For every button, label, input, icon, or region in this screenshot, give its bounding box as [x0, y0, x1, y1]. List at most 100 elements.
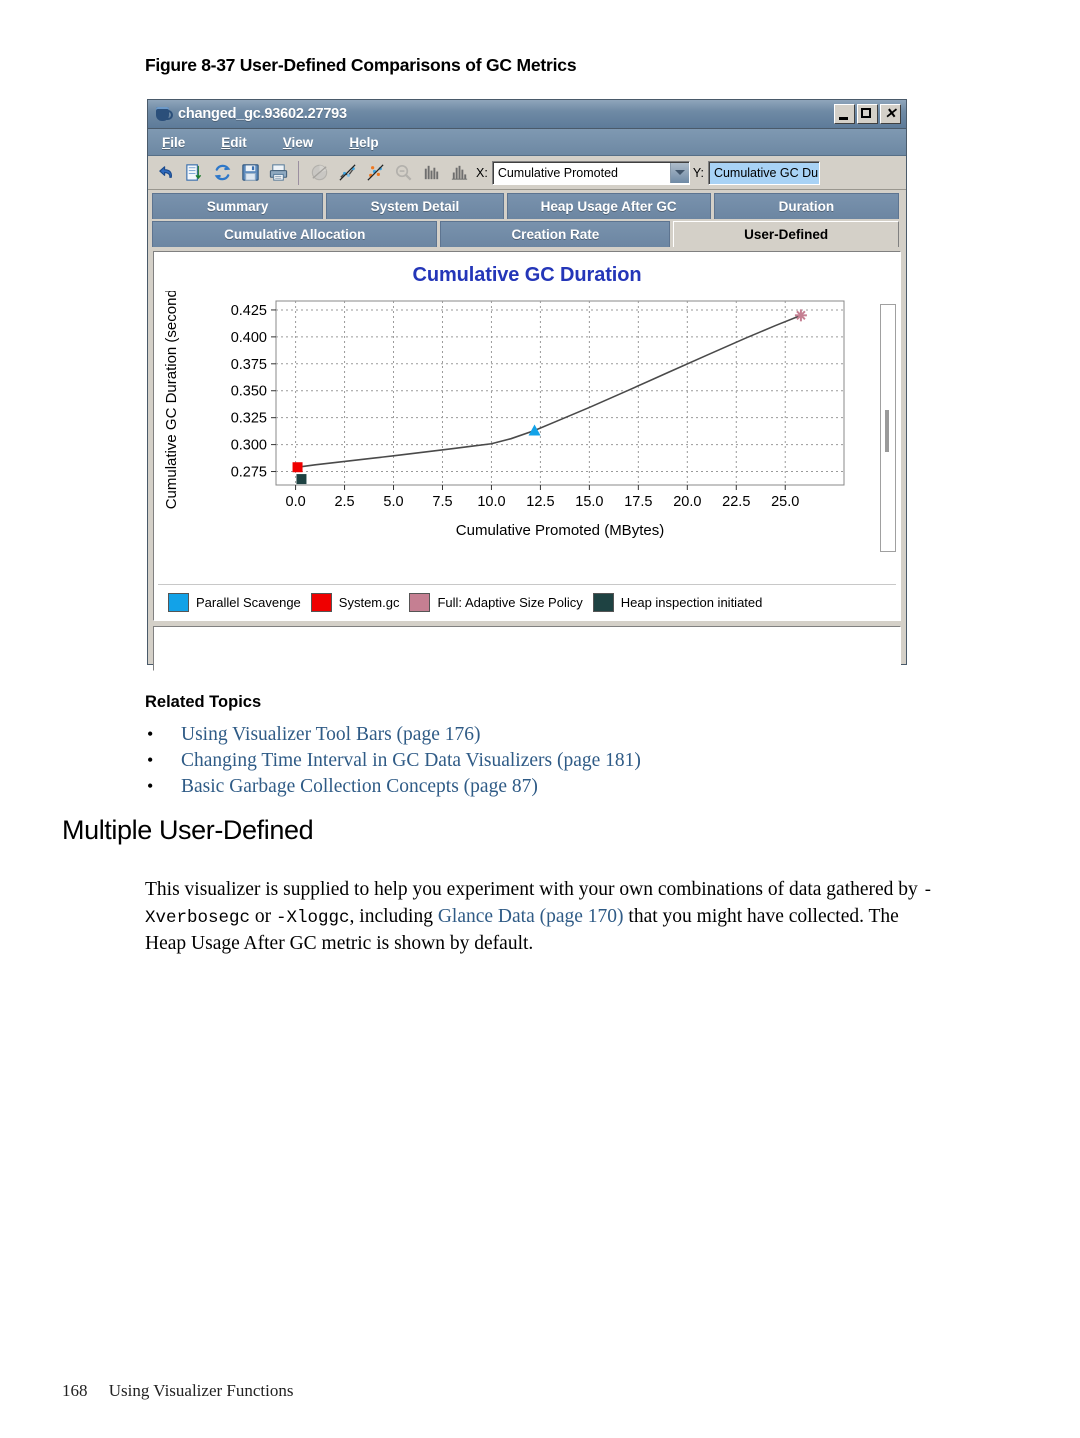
java-cup-icon — [154, 105, 173, 123]
glance-data-link[interactable]: Glance Data (page 170) — [438, 906, 624, 927]
legend-item: Full: Adaptive Size Policy — [409, 592, 583, 612]
menu-item-file[interactable]: File — [162, 135, 185, 150]
svg-text:0.375: 0.375 — [231, 357, 267, 373]
tab-duration[interactable]: Duration — [713, 193, 899, 219]
scatter-chart-icon[interactable] — [361, 159, 389, 187]
svg-text:2.5: 2.5 — [334, 494, 354, 510]
minimize-button[interactable] — [834, 104, 855, 124]
svg-text:0.0: 0.0 — [286, 494, 306, 510]
cumulative-gc-duration-plot: 0.425 0.400 0.375 0.350 0.325 0.300 0.275 0.0 2.… — [163, 277, 845, 539]
svg-text:22.5: 22.5 — [722, 494, 750, 510]
list-item[interactable]: Using Visualizer Tool Bars (page 176) — [145, 721, 925, 748]
print-icon[interactable] — [264, 159, 292, 187]
bar-chart-icon[interactable] — [417, 159, 445, 187]
menu-item-help[interactable]: Help — [349, 135, 378, 150]
chevron-down-icon[interactable] — [669, 162, 689, 183]
list-item[interactable]: Changing Time Interval in GC Data Visual… — [145, 747, 925, 774]
para-text-1: This visualizer is supplied to help you … — [145, 878, 923, 900]
window-titlebar: changed_gc.93602.27793 ✕ — [148, 100, 906, 129]
plot-area: 0.425 0.400 0.375 0.350 0.325 0.300 0.275 0.0 2.… — [158, 277, 874, 541]
pie-chart-icon — [305, 159, 333, 187]
tab-cumulative-allocation[interactable]: Cumulative Allocation — [152, 221, 438, 247]
svg-text:Cumulative Promoted (MBytes): Cumulative Promoted (MBytes) — [456, 522, 664, 539]
tab-heap-usage-after-gc[interactable]: Heap Usage After GC — [506, 193, 711, 219]
footer-text: Using Visualizer Functions — [108, 1381, 294, 1400]
legend-item: System.gc — [310, 592, 400, 612]
svg-text:0.350: 0.350 — [231, 384, 267, 400]
figure-number: Figure 8-37 — [145, 55, 236, 75]
document-exchange-icon[interactable] — [180, 159, 208, 187]
svg-text:17.5: 17.5 — [624, 494, 652, 510]
chart-vertical-scrollbar[interactable] — [880, 304, 896, 552]
svg-text:7.5: 7.5 — [432, 494, 452, 510]
figure-caption-text: User-Defined Comparisons of GC Metrics — [239, 55, 577, 75]
svg-text:25.0: 25.0 — [771, 494, 799, 510]
svg-text:0.300: 0.300 — [231, 438, 267, 454]
related-topics-list: Using Visualizer Tool Bars (page 176) Ch… — [145, 721, 925, 800]
chart-legend: Parallel Scavenge System.gc Full: Adaptive… — [158, 584, 896, 617]
legend-item: Parallel Scavenge — [168, 592, 301, 612]
svg-text:0.425: 0.425 — [231, 303, 267, 319]
chart-title: Cumulative GC Duration — [412, 264, 642, 286]
tab-summary[interactable]: Summary — [152, 193, 324, 219]
x-axis-selector-label: X: — [476, 165, 488, 180]
window-status-strip — [153, 626, 901, 671]
svg-text:10.0: 10.0 — [477, 494, 505, 510]
section-paragraph: This visualizer is supplied to help you … — [145, 877, 935, 957]
y-axis-metric-select[interactable]: Cumulative GC Du — [707, 160, 820, 185]
window-controls: ✕ — [834, 104, 901, 124]
svg-text:0.275: 0.275 — [231, 465, 267, 481]
legend-swatch — [310, 592, 332, 612]
tab-row-1: Summary System Detail Heap Usage After G… — [152, 193, 902, 219]
svg-text:Cumulative GC Duration (secon: Cumulative GC Duration (seconds) — [163, 291, 180, 509]
maximize-button[interactable] — [857, 104, 878, 124]
page-footer: 168 Using Visualizer Functions — [62, 1381, 293, 1401]
menu-item-edit[interactable]: Edit — [221, 135, 247, 150]
tab-user-defined[interactable]: User-Defined — [673, 221, 899, 247]
window-title: changed_gc.93602.27793 — [178, 106, 347, 122]
svg-text:5.0: 5.0 — [383, 494, 403, 510]
histogram-icon[interactable] — [445, 159, 473, 187]
legend-swatch — [168, 592, 189, 612]
legend-swatch — [592, 592, 614, 612]
chart-panel: Cumulative GC Duration 0.425 0.400 0.375 0.… — [153, 251, 901, 621]
close-button[interactable]: ✕ — [880, 104, 901, 124]
page-title: Multiple User-Defined — [62, 815, 314, 845]
tab-row-2: Cumulative Allocation Creation Rate User… — [152, 221, 902, 247]
svg-text:0.325: 0.325 — [231, 411, 267, 427]
x-axis-metric-value: Cumulative Promoted — [497, 165, 619, 180]
refresh-icon[interactable] — [208, 159, 236, 187]
figure-caption: Figure 8-37 User-Defined Comparisons of … — [145, 55, 577, 76]
para-text-2: or — [250, 905, 277, 927]
toolbar: X: Cumulative Promoted Y: Cumulative GC … — [148, 156, 906, 190]
toolbar-separator — [298, 160, 299, 185]
y-axis-selector-label: Y: — [692, 165, 704, 180]
page-number: 168 — [62, 1381, 88, 1400]
undo-icon[interactable] — [152, 159, 180, 187]
para-text-3: , including — [349, 905, 438, 927]
legend-label: Parallel Scavenge — [196, 594, 301, 610]
y-axis-metric-value: Cumulative GC Du — [713, 165, 819, 180]
list-item[interactable]: Basic Garbage Collection Concepts (page … — [145, 773, 925, 800]
tab-system-detail[interactable]: System Detail — [326, 193, 504, 219]
x-axis-metric-select[interactable]: Cumulative Promoted — [491, 160, 690, 185]
legend-swatch — [409, 592, 431, 612]
legend-label: Heap inspection initiated — [620, 594, 763, 610]
svg-text:0.400: 0.400 — [231, 330, 267, 346]
para-code-xloggc: -Xloggc — [276, 907, 350, 928]
svg-text:12.5: 12.5 — [526, 494, 554, 510]
tab-creation-rate[interactable]: Creation Rate — [440, 221, 671, 247]
line-chart-icon[interactable] — [333, 159, 361, 187]
legend-item: Heap inspection initiated — [592, 592, 763, 612]
application-window: changed_gc.93602.27793 ✕ File Edit View … — [147, 99, 907, 671]
scrollbar-thumb[interactable] — [885, 410, 889, 452]
legend-label: System.gc — [338, 594, 400, 610]
menubar: File Edit View Help — [148, 129, 906, 156]
menu-item-view[interactable]: View — [283, 135, 314, 150]
svg-text:15.0: 15.0 — [575, 494, 603, 510]
save-icon[interactable] — [236, 159, 264, 187]
zoom-out-icon — [389, 159, 417, 187]
svg-text:20.0: 20.0 — [673, 494, 701, 510]
tab-bar: Summary System Detail Heap Usage After G… — [148, 190, 906, 247]
related-topics-heading: Related Topics — [145, 693, 262, 711]
